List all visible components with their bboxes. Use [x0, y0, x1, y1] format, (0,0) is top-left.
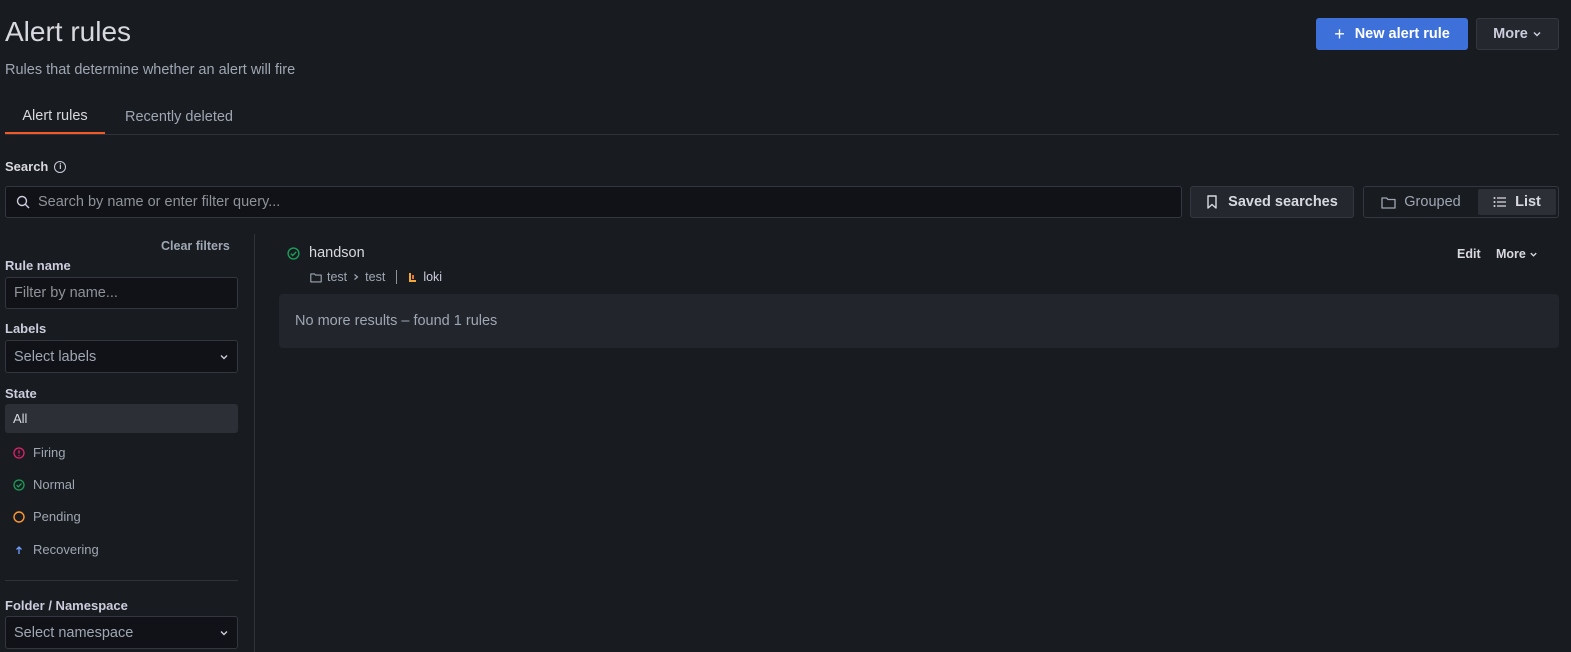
plus-icon: + — [1334, 24, 1345, 44]
check-circle-icon — [13, 478, 25, 491]
labels-select-value: Select labels — [14, 348, 97, 365]
rule-list-item: handson test test loki Edit More — [287, 244, 1559, 290]
bookmark-icon — [1206, 195, 1218, 209]
search-icon — [16, 195, 30, 209]
state-option-pending[interactable]: Pending — [5, 502, 238, 531]
loki-datasource-icon — [408, 272, 418, 283]
rule-more-button[interactable]: More — [1496, 247, 1538, 261]
namespace-label: Folder / Namespace — [5, 598, 128, 613]
rule-edit-button[interactable]: Edit — [1457, 247, 1481, 261]
new-alert-rule-label: New alert rule — [1354, 26, 1450, 42]
state-option-label: Firing — [33, 445, 66, 460]
view-list-label: List — [1515, 194, 1541, 210]
chevron-down-icon — [1529, 250, 1538, 259]
folder-icon — [310, 272, 322, 283]
circle-icon — [13, 510, 25, 523]
rule-folder[interactable]: test — [327, 270, 347, 284]
list-icon — [1493, 196, 1507, 208]
chevron-right-icon — [352, 273, 360, 281]
rule-name-input[interactable] — [14, 285, 229, 301]
meta-separator — [396, 270, 398, 284]
tab-bar: Alert rules Recently deleted — [5, 100, 1559, 135]
more-menu-button[interactable]: More — [1476, 18, 1559, 50]
search-field — [5, 186, 1182, 218]
chevron-down-icon — [1532, 29, 1542, 39]
state-option-firing[interactable]: Firing — [5, 438, 238, 467]
sidebar-divider — [5, 580, 238, 581]
saved-searches-label: Saved searches — [1228, 194, 1338, 210]
rule-name-field — [5, 277, 238, 309]
new-alert-rule-button[interactable]: + New alert rule — [1316, 18, 1468, 50]
state-option-label: Pending — [33, 509, 81, 524]
filter-sidebar: Clear filters Rule name Labels Select la… — [0, 234, 255, 652]
page-subtitle: Rules that determine whether an alert wi… — [5, 62, 296, 78]
arrow-up-icon — [13, 544, 25, 556]
state-option-all[interactable]: All — [5, 404, 238, 433]
rule-name-label: Rule name — [5, 258, 71, 273]
state-option-recovering[interactable]: Recovering — [5, 535, 238, 564]
info-icon[interactable]: i — [54, 160, 67, 173]
more-label: More — [1493, 26, 1528, 42]
saved-searches-button[interactable]: Saved searches — [1190, 186, 1354, 218]
rule-more-label: More — [1496, 247, 1526, 261]
state-option-label: Normal — [33, 477, 75, 492]
rule-datasource: loki — [423, 270, 443, 284]
state-option-label: Recovering — [33, 542, 99, 557]
namespace-select-value: Select namespace — [14, 624, 134, 641]
view-grouped-button[interactable]: Grouped — [1366, 189, 1476, 215]
search-input[interactable] — [38, 194, 1181, 210]
chevron-down-icon — [219, 352, 229, 362]
tab-recently-deleted[interactable]: Recently deleted — [117, 100, 241, 134]
view-mode-toggle: Grouped List — [1363, 186, 1559, 218]
search-label-text: Search — [5, 159, 49, 174]
search-label: Search i — [5, 159, 67, 174]
namespace-select[interactable]: Select namespace — [5, 616, 238, 649]
labels-label: Labels — [5, 321, 47, 336]
check-circle-icon — [287, 247, 300, 260]
alert-rules-page: Alert rules Rules that determine whether… — [0, 0, 1571, 652]
chevron-down-icon — [219, 628, 229, 638]
state-label: State — [5, 386, 37, 401]
results-message: No more results – found 1 rules — [279, 294, 1559, 348]
rule-location: test test loki — [310, 270, 442, 284]
state-option-label: All — [13, 411, 28, 426]
view-grouped-label: Grouped — [1404, 194, 1461, 210]
view-list-button[interactable]: List — [1478, 189, 1556, 215]
exclamation-circle-icon — [13, 446, 25, 459]
labels-select[interactable]: Select labels — [5, 340, 238, 373]
tab-alert-rules[interactable]: Alert rules — [5, 100, 105, 134]
state-option-normal[interactable]: Normal — [5, 470, 238, 499]
rule-group[interactable]: test — [365, 270, 385, 284]
clear-filters-button[interactable]: Clear filters — [161, 239, 230, 253]
rule-name-link[interactable]: handson — [309, 245, 365, 261]
page-title: Alert rules — [5, 16, 132, 47]
folder-icon — [1381, 196, 1396, 209]
